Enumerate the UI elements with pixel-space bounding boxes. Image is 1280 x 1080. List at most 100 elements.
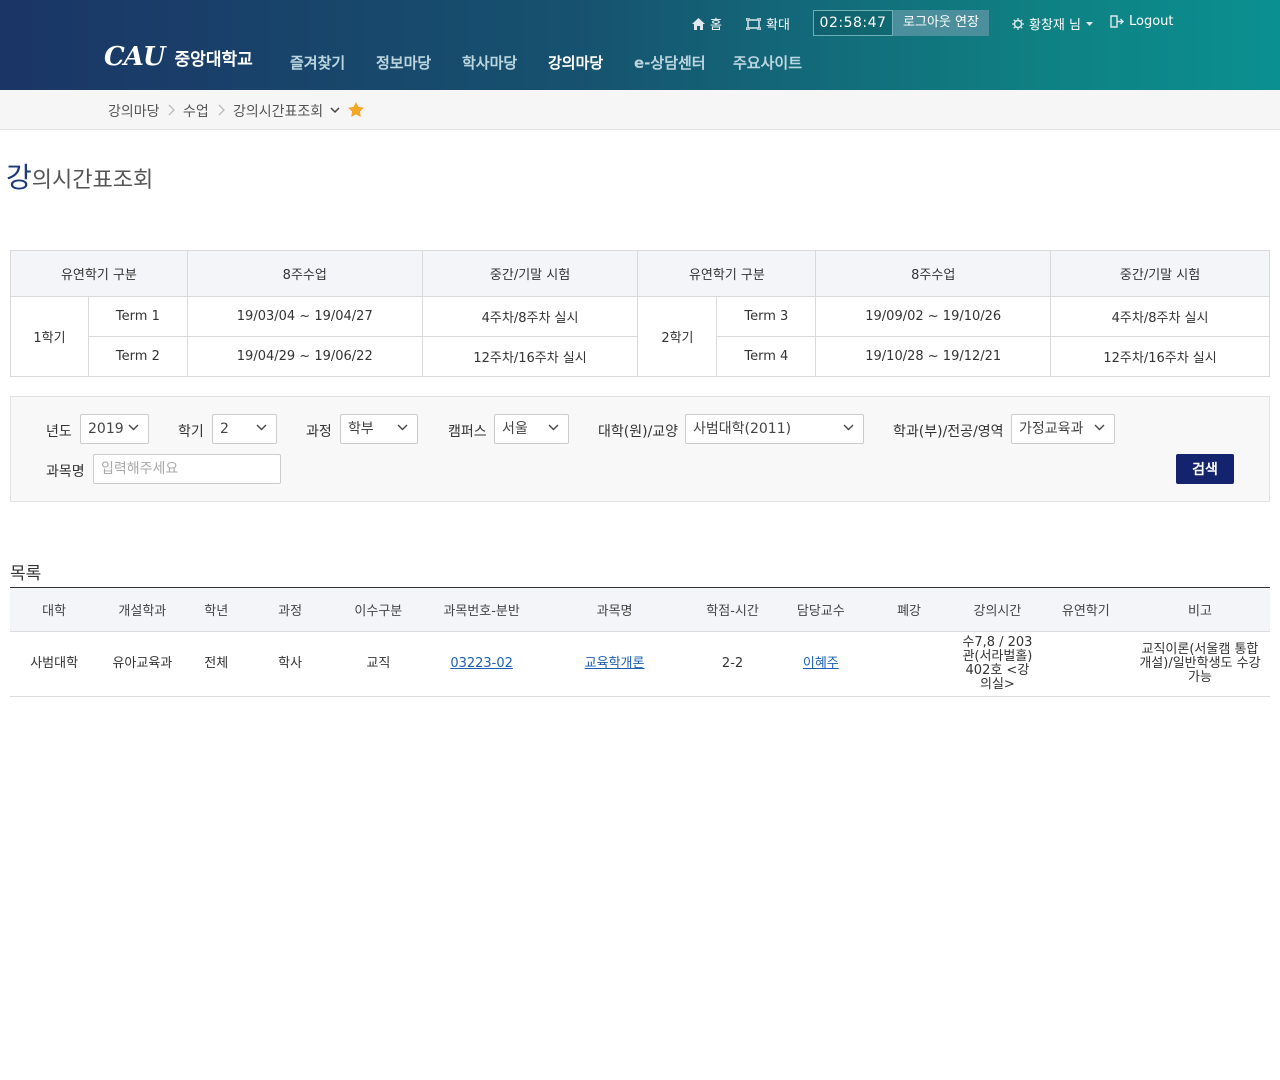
dept-select[interactable]: 가정교육과 [1011, 414, 1115, 444]
note-cell: 교직이론(서울캠 통합개설)/일반학생도 수강가능 [1129, 631, 1270, 697]
chevron-right-icon [218, 104, 225, 116]
course-cell: 학사 [246, 631, 335, 697]
college-value: 사범대학(2011) [693, 421, 792, 437]
logout-extend-button[interactable]: 로그아웃 연장 [893, 10, 989, 36]
period-cell: 19/04/29 ~ 19/06/22 [186, 336, 423, 377]
term-header: 중간/기말 시험 [421, 250, 639, 297]
semester-value: 2 [220, 421, 229, 437]
column-header: 유연학기 [1041, 587, 1130, 632]
chevron-right-icon [168, 104, 175, 116]
nav-info[interactable]: 정보마당 [376, 52, 431, 73]
nav-sites[interactable]: 주요사이트 [733, 52, 802, 73]
search-filter-box: 년도 2019 학기 2 과정 학부 캠퍼스 서울 대학(원)/교양 사범대학(… [10, 396, 1270, 502]
chevron-down-icon [548, 424, 559, 431]
course-select[interactable]: 학부 [340, 414, 418, 444]
name-cell: 교육학개론 [540, 631, 689, 697]
chevron-down-icon [256, 424, 267, 431]
caret-down-icon [1085, 21, 1093, 26]
logout-link[interactable]: Logout [1110, 14, 1174, 29]
term-cell: Term 1 [87, 296, 188, 337]
home-label: 홈 [710, 18, 722, 33]
column-header: 과목번호-분반 [422, 587, 541, 632]
logout-icon [1110, 15, 1124, 28]
chevron-down-icon [843, 424, 854, 431]
professor-link[interactable]: 이혜주 [803, 656, 839, 671]
dept-label: 학과(부)/전공/영역 [893, 424, 1004, 440]
term-header: 유연학기 구분 [637, 250, 817, 297]
course-label: 과정 [306, 424, 332, 440]
university-logo[interactable]: CAU 중앙대학교 [104, 42, 253, 72]
home-link[interactable]: 홈 [692, 14, 722, 33]
year-value: 2019 [88, 421, 124, 437]
breadcrumb: 강의마당 수업 강의시간표조회 [0, 90, 1280, 130]
code-cell: 03223-02 [422, 631, 541, 697]
course-value: 학부 [348, 421, 374, 437]
logout-label: Logout [1129, 14, 1174, 29]
professor-cell: 이혜주 [776, 631, 865, 697]
semester-label: 학기 [178, 424, 204, 440]
breadcrumb-lecture[interactable]: 강의마당 [108, 101, 160, 121]
period-cell: 19/10/28 ~ 19/12/21 [815, 336, 1052, 377]
nav-favorites[interactable]: 즐겨찾기 [290, 52, 345, 73]
term-header: 유연학기 구분 [10, 250, 188, 297]
flex-cell [1041, 631, 1130, 697]
user-menu[interactable]: 황창재 님 [1012, 14, 1093, 33]
chevron-down-icon [1094, 424, 1105, 431]
subject-label: 과목명 [46, 464, 85, 480]
column-header: 학점-시간 [688, 587, 777, 632]
term-cell: Term 4 [716, 336, 817, 377]
utility-bar: 홈 확대 02:58:47 로그아웃 연장 황창재 님 Logout [0, 10, 1280, 36]
campus-label: 캠퍼스 [448, 424, 487, 440]
column-header: 이수구분 [334, 587, 423, 632]
nav-academic[interactable]: 학사마당 [462, 52, 517, 73]
type-cell: 교직 [334, 631, 423, 697]
column-header: 폐강 [864, 587, 954, 632]
exam-cell: 12주차/16주차 실시 [1050, 336, 1270, 377]
year-label: 년도 [46, 424, 72, 440]
chevron-down-icon[interactable] [330, 107, 340, 114]
logo-mark: CAU [104, 42, 166, 72]
chevron-down-icon [397, 424, 408, 431]
term-cell: Term 2 [87, 336, 188, 377]
user-name: 황창재 님 [1029, 18, 1081, 33]
nav-counseling[interactable]: e-상담센터 [634, 52, 706, 73]
closed-cell [864, 631, 954, 697]
exam-cell: 4주차/8주차 실시 [421, 296, 639, 337]
page-title-rest: 의시간표조회 [31, 168, 154, 193]
year-select[interactable]: 2019 [80, 414, 149, 444]
campus-select[interactable]: 서울 [494, 414, 569, 444]
semester-select[interactable]: 2 [212, 414, 277, 444]
favorite-star-icon[interactable] [348, 102, 364, 117]
semester-cell: 1학기 [10, 296, 89, 377]
breadcrumb-timetable[interactable]: 강의시간표조회 [233, 101, 323, 121]
session-timer: 02:58:47 [813, 10, 893, 36]
term-header: 8주수업 [186, 250, 423, 297]
breadcrumb-class[interactable]: 수업 [183, 101, 209, 121]
time-cell: 수7,8 / 203관(서라벌홀) 402호 <강의실> [953, 631, 1042, 697]
column-header: 강의시간 [953, 587, 1042, 632]
zoom-icon [746, 17, 761, 30]
course-code-link[interactable]: 03223-02 [450, 656, 513, 671]
term-header: 중간/기말 시험 [1050, 250, 1270, 297]
column-header: 비고 [1129, 587, 1270, 632]
subject-search-input[interactable] [93, 454, 281, 484]
gear-icon [1012, 17, 1024, 30]
flex-term-table: 유연학기 구분 8주수업 중간/기말 시험 유연학기 구분 8주수업 중간/기말… [10, 250, 1270, 377]
college-label: 대학(원)/교양 [598, 424, 679, 440]
nav-lecture[interactable]: 강의마당 [548, 52, 603, 73]
column-header: 담당교수 [776, 587, 865, 632]
column-header: 과정 [246, 587, 335, 632]
home-icon [692, 17, 705, 30]
column-header: 과목명 [540, 587, 689, 632]
period-cell: 19/03/04 ~ 19/04/27 [186, 296, 423, 337]
search-button[interactable]: 검색 [1176, 454, 1234, 484]
college-select[interactable]: 사범대학(2011) [685, 414, 864, 444]
credit-cell: 2-2 [688, 631, 777, 697]
term-header: 8주수업 [815, 250, 1052, 297]
logo-text: 중앙대학교 [174, 49, 253, 70]
chevron-down-icon [128, 424, 139, 431]
session-timer-box: 02:58:47 로그아웃 연장 [813, 10, 989, 36]
zoom-link[interactable]: 확대 [746, 14, 790, 33]
column-header: 개설학과 [98, 587, 187, 632]
course-name-link[interactable]: 교육학개론 [585, 656, 645, 671]
